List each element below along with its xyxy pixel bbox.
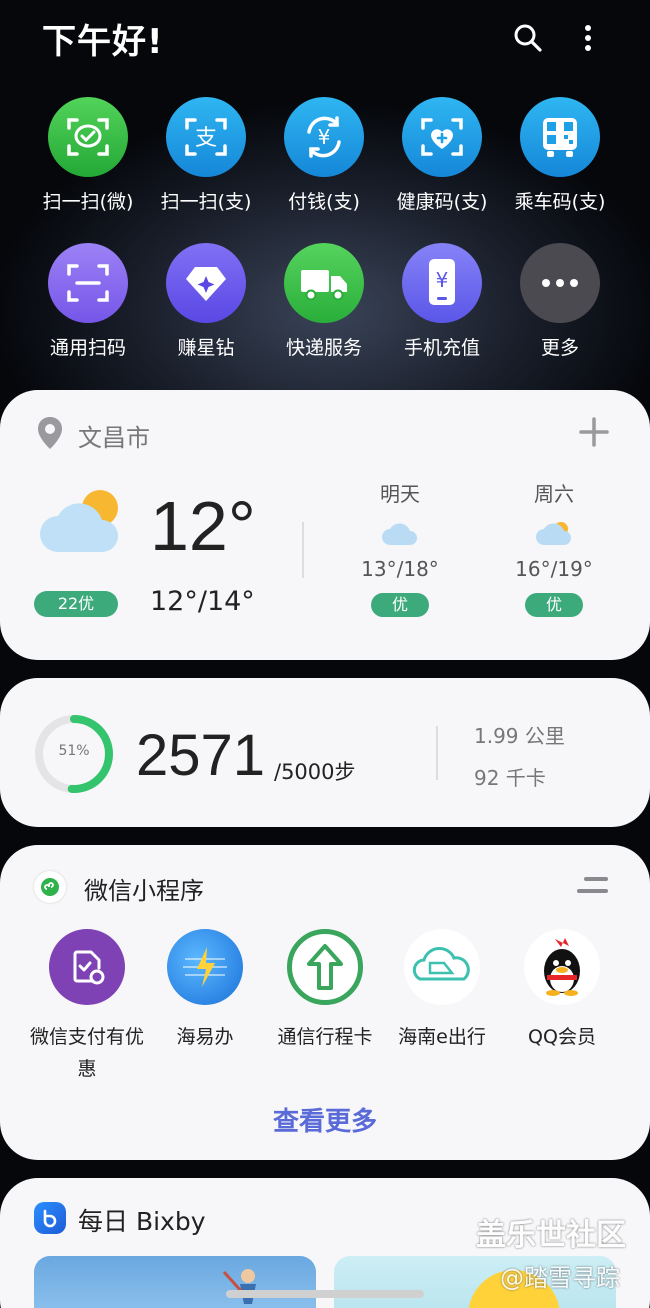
steps-distance: 1.99 公里: [474, 724, 565, 748]
forecast-day-label: 明天: [380, 482, 420, 506]
forecast-day-label: 周六: [534, 482, 574, 506]
aqi-badge: 22优: [34, 591, 118, 617]
shortcut-generic-scan[interactable]: 通用扫码: [30, 243, 146, 360]
mini-program-item[interactable]: 海南e出行: [380, 929, 504, 1053]
wechat-mini-program-icon: [34, 871, 66, 903]
shortcut-label: 赚星钻: [177, 337, 235, 359]
wechat-scan-icon: [48, 97, 128, 177]
weather-card[interactable]: 文昌市 12° 22优 12°/14° 明天 13°/18° 优 周六 16°/…: [0, 390, 650, 660]
forecast-temp-range: 13°/18°: [361, 557, 439, 581]
mini-program-label: 微信支付有优惠: [29, 1026, 144, 1080]
cloud-icon: [340, 521, 460, 551]
haiyiban-icon: [167, 929, 243, 1005]
partly-cloudy-icon: [38, 488, 128, 562]
forecast-aqi-badge: 优: [525, 593, 583, 617]
shortcut-bus-code[interactable]: 乘车码(支): [502, 97, 618, 214]
generic-scan-icon: [48, 243, 128, 323]
shortcut-label: 通用扫码: [49, 337, 126, 359]
shortcut-label: 扫一扫(支): [160, 191, 252, 213]
collapse-handle-icon[interactable]: [576, 875, 610, 901]
hainan-travel-train-icon: [404, 929, 480, 1005]
shortcut-more[interactable]: 更多: [502, 243, 618, 360]
mini-program-label: 海易办: [176, 1026, 234, 1048]
today-temp-range: 12°/14°: [150, 586, 255, 617]
svg-text:支: 支: [195, 126, 217, 151]
health-code-icon: [402, 97, 482, 177]
mini-program-item[interactable]: QQ会员: [500, 929, 624, 1053]
travel-card-arrow-icon: [287, 929, 363, 1005]
mini-program-label: 海南e出行: [398, 1026, 486, 1048]
shortcut-alipay-scan[interactable]: 支 扫一扫(支): [148, 97, 264, 214]
more-dots-icon: [520, 243, 600, 323]
steps-card[interactable]: 51% 2571 /5000步 1.99 公里 92 千卡: [0, 678, 650, 827]
steps-divider: [436, 726, 438, 780]
steps-count: 2571: [136, 723, 266, 788]
bixby-icon: [34, 1202, 66, 1234]
shortcut-wechat-scan[interactable]: 扫一扫(微): [30, 97, 146, 214]
shortcut-phone-recharge[interactable]: ¥ 手机充值: [384, 243, 500, 360]
mini-program-label: 通信行程卡: [277, 1026, 373, 1048]
mini-program-label: QQ会员: [528, 1026, 596, 1048]
search-icon[interactable]: [508, 18, 548, 58]
alipay-scan-icon: 支: [166, 97, 246, 177]
svg-text:¥: ¥: [436, 268, 449, 292]
mini-program-item[interactable]: 通信行程卡: [263, 929, 387, 1053]
add-city-icon[interactable]: [578, 416, 610, 452]
steps-progress-ring: 51%: [34, 714, 114, 794]
mini-programs-card: 微信小程序 微信支付有优惠 海易办 通信行程卡 海南e出行 QQ会员 查看更多: [0, 845, 650, 1160]
shortcut-label: 健康码(支): [396, 191, 488, 213]
mini-programs-title: 微信小程序: [84, 877, 204, 905]
figure-illustration-icon: [222, 1269, 256, 1304]
forecast-temp-range: 16°/19°: [515, 557, 593, 581]
watermark-author: @踏雪寻踪: [500, 1264, 620, 1292]
shortcut-label: 手机充值: [403, 337, 480, 359]
shortcut-alipay-pay[interactable]: ¥ 付钱(支): [266, 97, 382, 214]
wechat-pay-coupon-icon: [49, 929, 125, 1005]
steps-percent: 51%: [58, 743, 90, 759]
current-temp: 12°: [150, 487, 256, 565]
shortcut-delivery[interactable]: 快递服务: [266, 243, 382, 360]
steps-calories: 92 千卡: [474, 766, 546, 790]
phone-recharge-icon: ¥: [402, 243, 482, 323]
see-more-link[interactable]: 查看更多: [0, 1101, 650, 1138]
shortcut-star-diamond[interactable]: 赚星钻: [148, 243, 264, 360]
svg-text:¥: ¥: [318, 125, 331, 149]
yuan-pay-icon: ¥: [284, 97, 364, 177]
mini-program-item[interactable]: 微信支付有优惠: [25, 929, 149, 1085]
qq-penguin-icon: [524, 929, 600, 1005]
shortcut-label: 快递服务: [285, 337, 362, 359]
bixby-thumbnail[interactable]: [34, 1256, 316, 1308]
bixby-title: 每日 Bixby: [78, 1207, 206, 1236]
home-indicator[interactable]: [226, 1290, 424, 1298]
bus-code-icon: [520, 97, 600, 177]
forecast-day: 明天 13°/18° 优: [340, 478, 460, 617]
shortcut-label: 扫一扫(微): [42, 191, 134, 213]
star-diamond-icon: [166, 243, 246, 323]
forecast-day: 周六 16°/19° 优: [494, 478, 614, 617]
weather-divider: [302, 522, 304, 578]
weather-city: 文昌市: [78, 424, 150, 452]
shortcut-label: 付钱(支): [288, 191, 360, 213]
shortcut-label: 更多: [540, 337, 579, 359]
location-pin-icon: [36, 416, 64, 454]
mini-program-item[interactable]: 海易办: [143, 929, 267, 1053]
steps-goal: /5000步: [274, 760, 356, 784]
watermark-brand: 盖乐世社区: [476, 1218, 626, 1253]
more-vertical-icon[interactable]: [568, 18, 608, 58]
forecast-aqi-badge: 优: [371, 593, 429, 617]
greeting-title: 下午好!: [42, 22, 164, 62]
shortcut-health-code[interactable]: 健康码(支): [384, 97, 500, 214]
delivery-truck-icon: [284, 243, 364, 323]
partly-cloudy-small-icon: [494, 521, 614, 551]
shortcut-label: 乘车码(支): [514, 191, 606, 213]
